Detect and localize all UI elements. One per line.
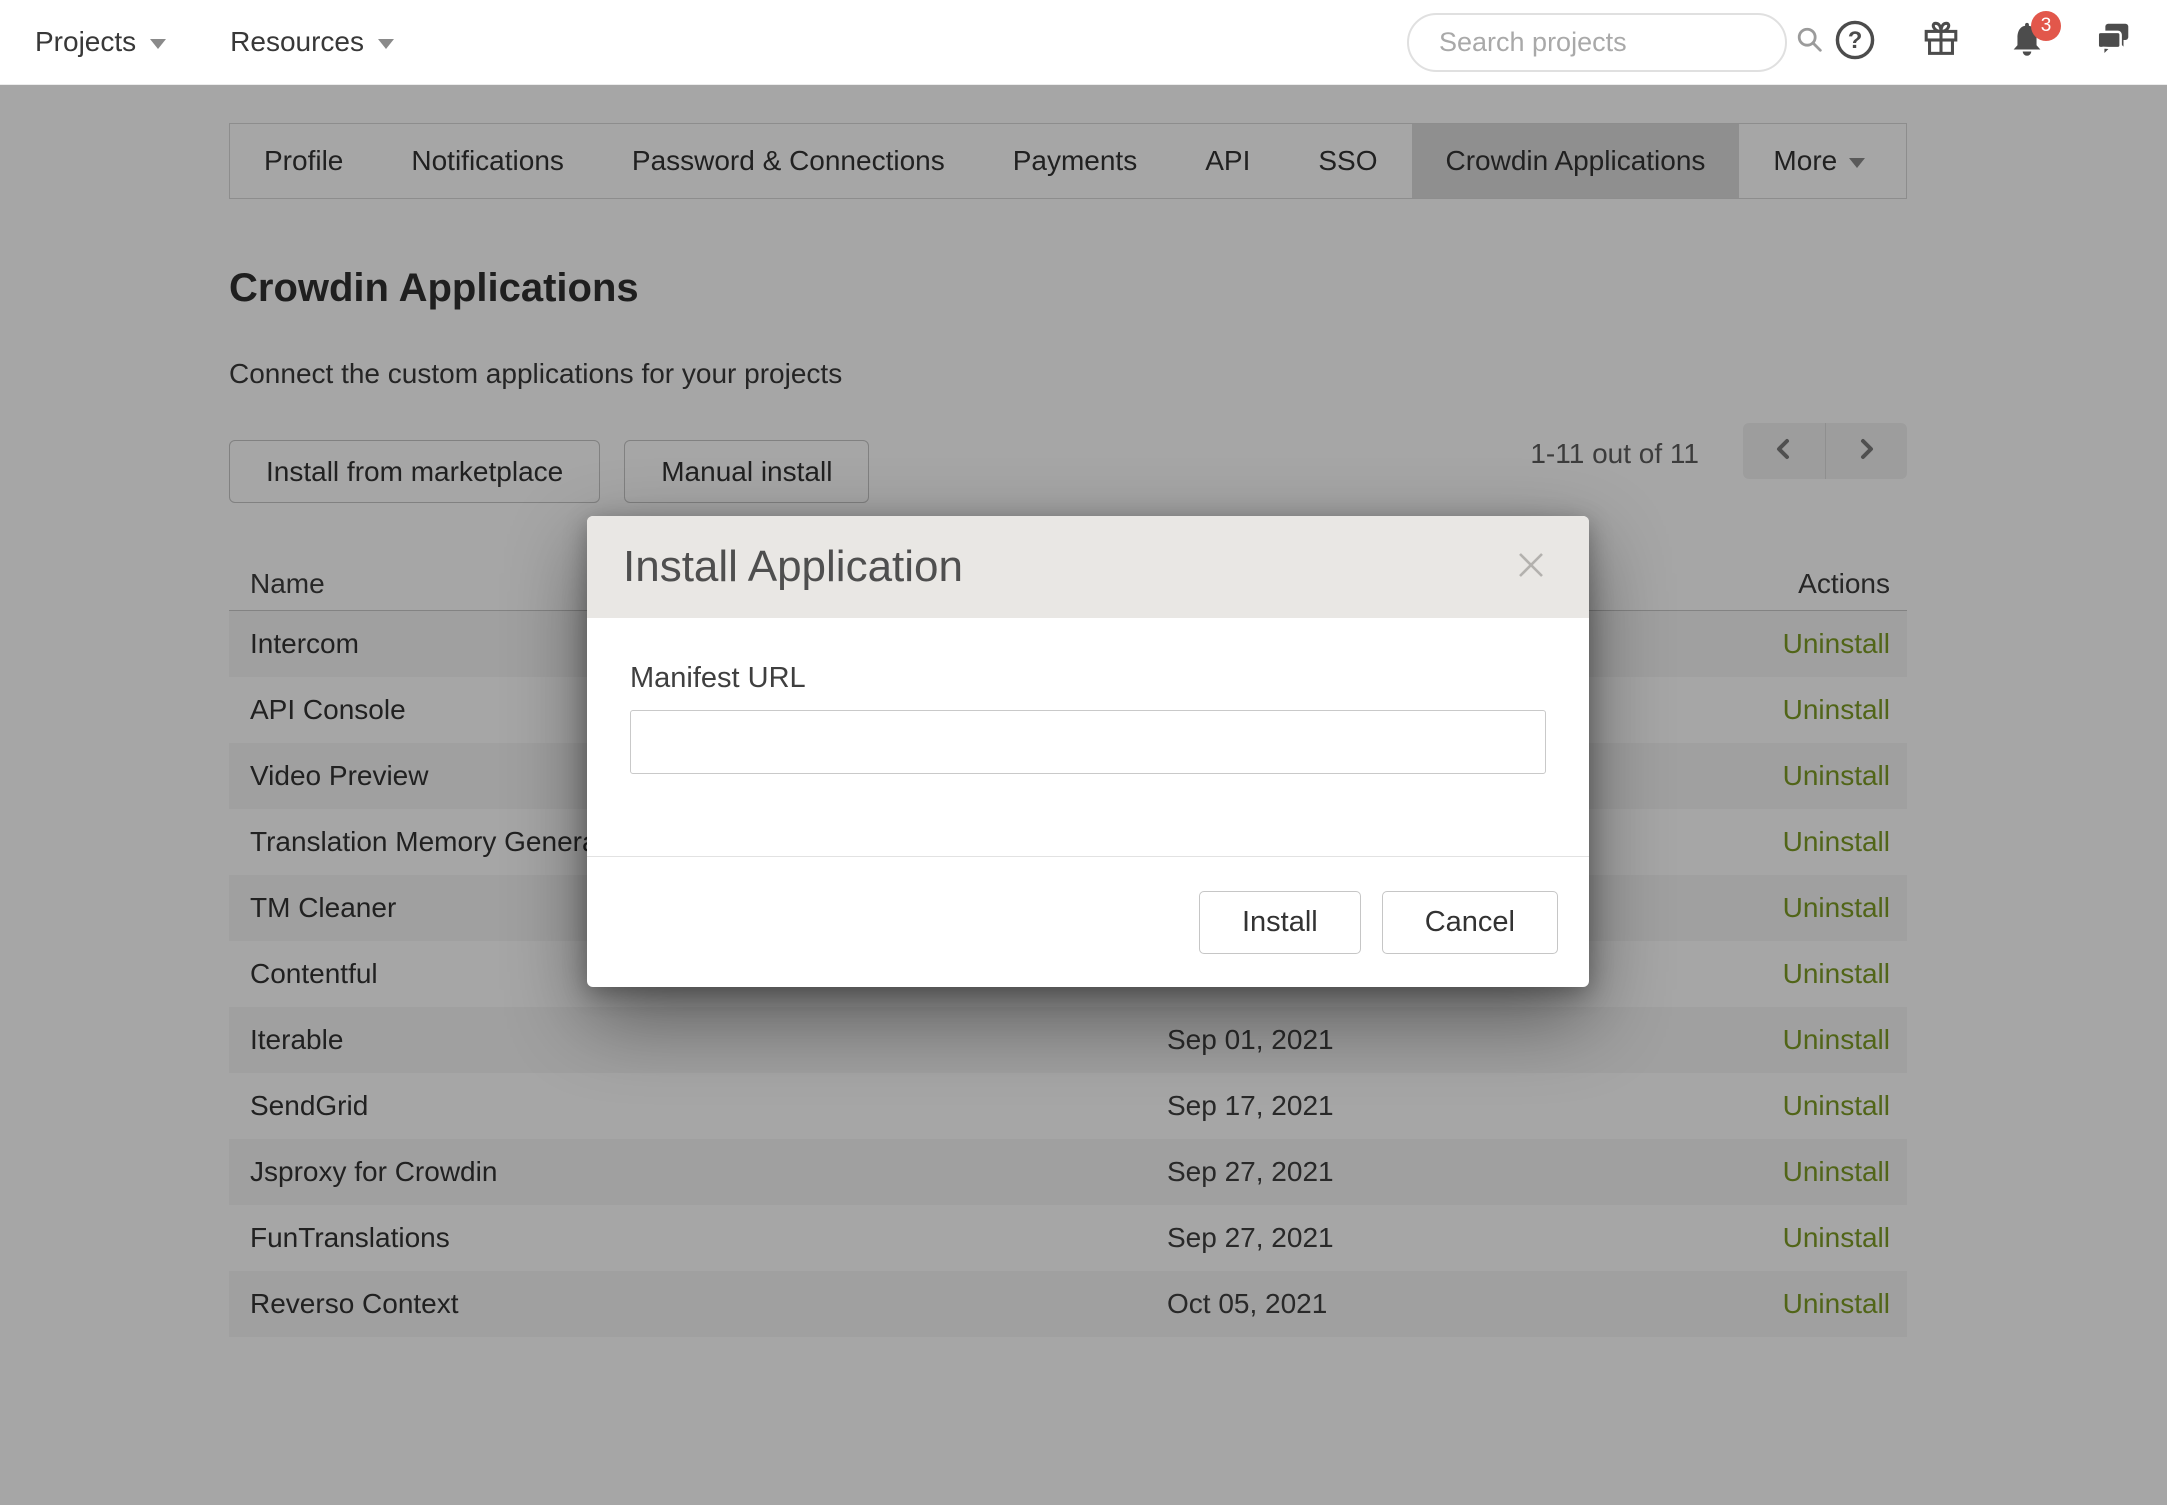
search-input[interactable] [1437, 26, 1795, 59]
top-navigation: Projects Resources ? [0, 0, 2167, 85]
modal-header: Install Application [587, 516, 1589, 618]
chat-icon [2092, 19, 2134, 66]
notification-count-badge: 3 [2031, 11, 2061, 41]
modal-footer: Install Cancel [587, 856, 1589, 987]
nav-projects-dropdown[interactable]: Projects [35, 26, 166, 58]
notifications-button[interactable]: 3 [2005, 20, 2049, 64]
modal-title: Install Application [623, 542, 963, 592]
chevron-down-icon [378, 39, 394, 49]
gift-button[interactable] [1919, 20, 1963, 64]
search-box[interactable] [1407, 13, 1787, 72]
close-button[interactable] [1509, 545, 1553, 589]
chevron-down-icon [150, 39, 166, 49]
svg-text:?: ? [1848, 27, 1863, 54]
nav-resources-label: Resources [230, 26, 364, 58]
cancel-button[interactable]: Cancel [1382, 891, 1558, 954]
help-button[interactable]: ? [1833, 20, 1877, 64]
gift-icon [1920, 19, 1962, 66]
modal-body: Manifest URL [587, 618, 1589, 774]
install-button[interactable]: Install [1199, 891, 1361, 954]
manifest-url-label: Manifest URL [630, 662, 1546, 695]
nav-projects-label: Projects [35, 26, 136, 58]
help-icon: ? [1834, 19, 1876, 66]
manifest-url-input[interactable] [630, 710, 1546, 774]
nav-icon-group: ? 3 [1833, 20, 2135, 64]
search-icon [1795, 25, 1825, 60]
close-icon [1514, 548, 1548, 587]
install-application-modal: Install Application Manifest URL Install… [587, 516, 1589, 987]
nav-resources-dropdown[interactable]: Resources [230, 26, 394, 58]
messages-button[interactable] [2091, 20, 2135, 64]
